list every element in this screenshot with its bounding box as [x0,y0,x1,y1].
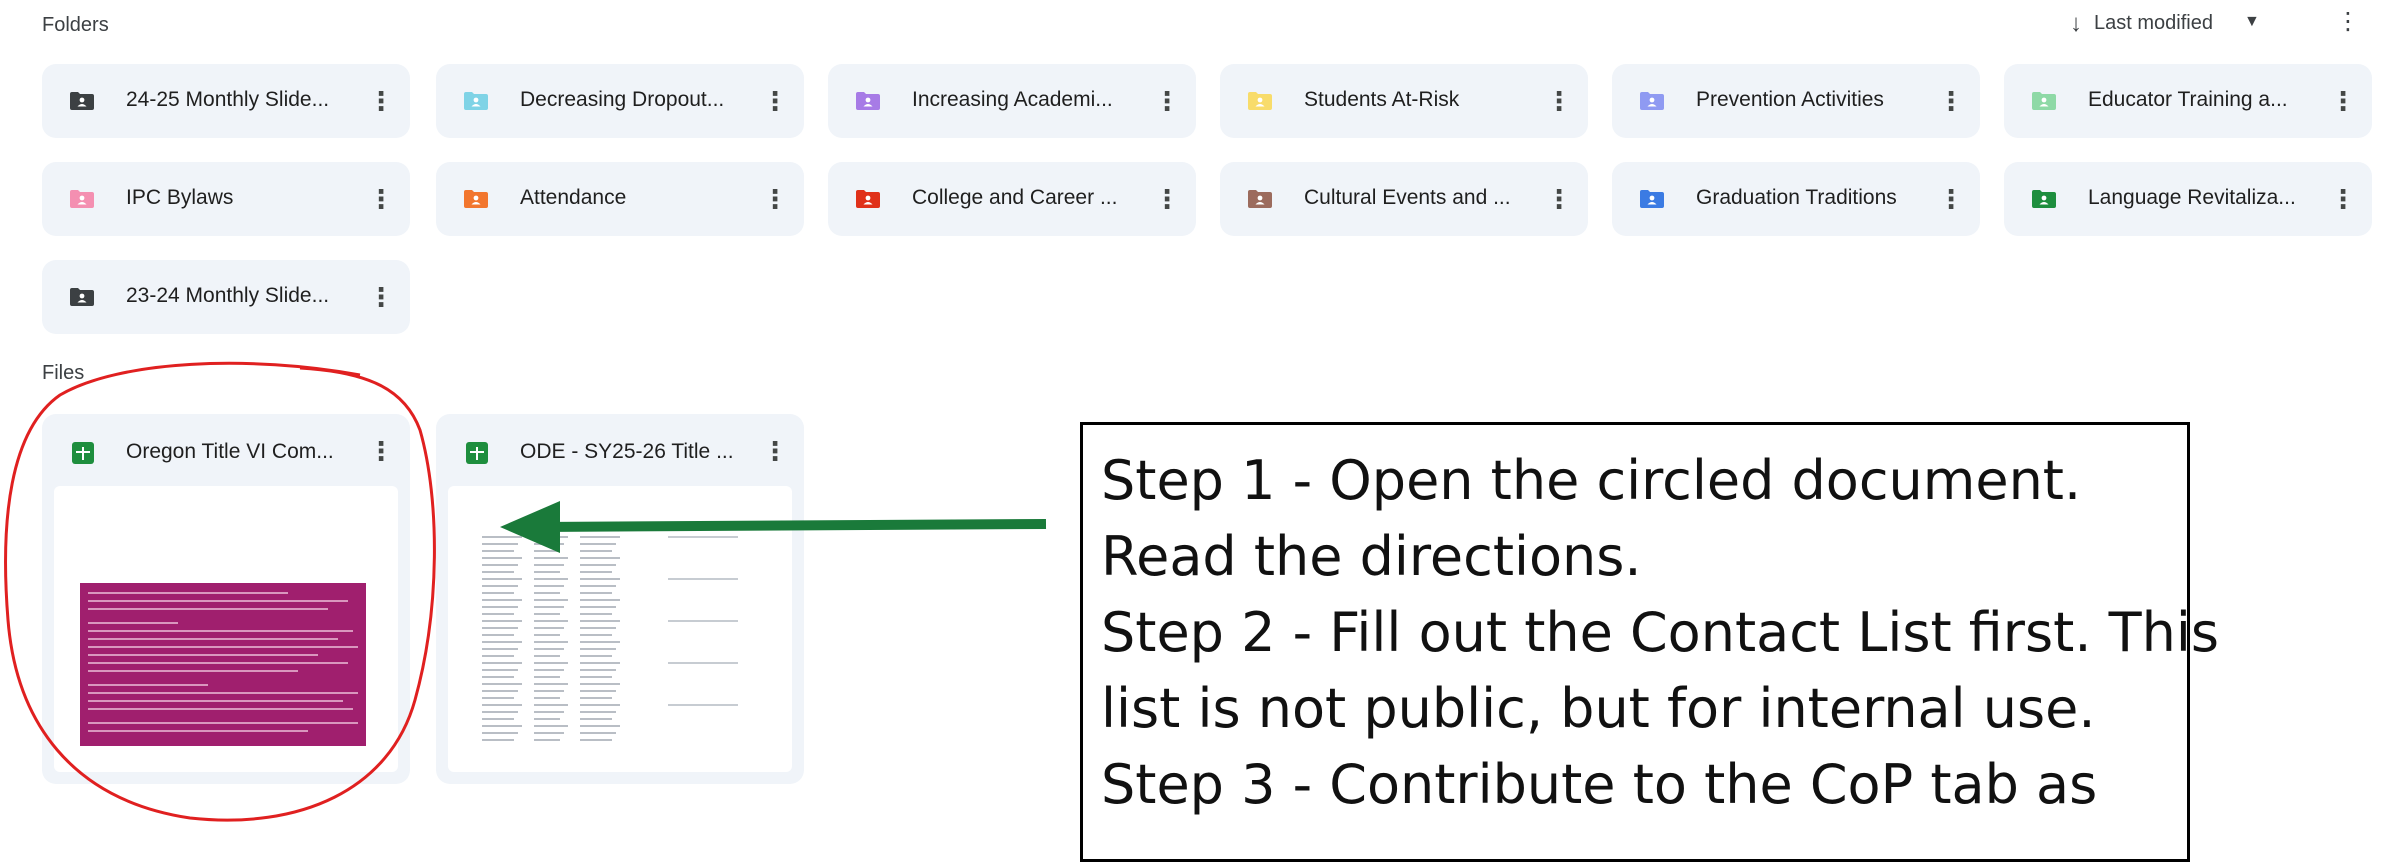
folder-name: Students At-Risk [1304,88,1460,111]
more-options-icon[interactable]: ⋮ [368,280,394,314]
folder-name: Attendance [520,186,627,209]
folder-name: College and Career ... [912,186,1118,209]
folder-name: Increasing Academi... [912,88,1113,111]
sort-direction-arrow-icon[interactable]: ↓ [2070,10,2082,38]
shared-folder-icon [464,92,488,110]
folder-chip[interactable]: IPC Bylaws ⋮ [42,162,410,236]
file-card-ode-title[interactable]: ODE - SY25-26 Title ... ⋮ [436,414,804,784]
files-heading: Files [42,362,85,384]
more-options-icon[interactable]: ⋮ [1938,84,1964,118]
callout-line: list is not public, but for internal use… [1101,677,2096,740]
folder-name: IPC Bylaws [126,186,234,209]
folder-name: Graduation Traditions [1696,186,1897,209]
folder-chip[interactable]: Graduation Traditions ⋮ [1612,162,1980,236]
shared-folder-icon [1248,190,1272,208]
more-options-icon[interactable]: ⋮ [2330,84,2356,118]
folder-chip[interactable]: Prevention Activities ⋮ [1612,64,1980,138]
folder-chip[interactable]: Cultural Events and ... ⋮ [1220,162,1588,236]
shared-folder-icon [1248,92,1272,110]
more-options-icon[interactable]: ⋮ [762,434,788,468]
callout-line: Step 3 - Contribute to the CoP tab as [1101,753,2098,816]
google-sheets-icon [72,442,94,464]
more-options-icon[interactable]: ⋮ [1546,84,1572,118]
sort-by-dropdown[interactable]: Last modified [2094,12,2213,35]
more-options-icon[interactable]: ⋮ [1938,182,1964,216]
folder-name: 24-25 Monthly Slide... [126,88,330,111]
file-thumbnail [448,486,792,772]
folder-chip[interactable]: Attendance ⋮ [436,162,804,236]
file-name: Oregon Title VI Com... [126,440,334,463]
folder-name: Language Revitaliza... [2088,186,2296,209]
callout-line: Read the directions. [1101,525,1642,588]
chevron-down-icon[interactable]: ▼ [2244,13,2260,31]
shared-folder-icon [1640,190,1664,208]
more-options-icon[interactable]: ⋮ [762,182,788,216]
more-options-icon[interactable]: ⋮ [1154,182,1180,216]
shared-folder-icon [464,190,488,208]
shared-folder-icon [1640,92,1664,110]
shared-folder-icon [2032,92,2056,110]
google-sheets-icon [466,442,488,464]
folder-chip[interactable]: Increasing Academi... ⋮ [828,64,1196,138]
shared-folder-icon [856,190,880,208]
folder-name: Educator Training a... [2088,88,2288,111]
folder-name: Prevention Activities [1696,88,1884,111]
folder-name: Cultural Events and ... [1304,186,1511,209]
instructions-callout: Step 1 - Open the circled document. Read… [1080,422,2219,862]
file-card-oregon-title-vi[interactable]: Oregon Title VI Com... ⋮ [42,414,410,784]
folder-name: Decreasing Dropout... [520,88,725,111]
folder-chip[interactable]: 23-24 Monthly Slide... ⋮ [42,260,410,334]
more-options-icon[interactable]: ⋮ [368,84,394,118]
folder-chip[interactable]: Language Revitaliza... ⋮ [2004,162,2372,236]
callout-line: Step 2 - Fill out the Contact List first… [1101,601,2219,664]
more-options-icon[interactable]: ⋮ [368,182,394,216]
more-options-icon[interactable]: ⋮ [368,434,394,468]
shared-folder-icon [70,92,94,110]
sort-bar: ↓ Last modified ▼ ⋮ [0,6,2385,42]
file-name: ODE - SY25-26 Title ... [520,440,734,463]
callout-line: Step 1 - Open the circled document. [1101,449,2082,512]
folder-chip[interactable]: College and Career ... ⋮ [828,162,1196,236]
more-options-icon[interactable]: ⋮ [1546,182,1572,216]
more-options-icon[interactable]: ⋮ [2336,10,2360,34]
more-options-icon[interactable]: ⋮ [1154,84,1180,118]
folder-chip[interactable]: Decreasing Dropout... ⋮ [436,64,804,138]
more-options-icon[interactable]: ⋮ [2330,182,2356,216]
folder-chip[interactable]: 24-25 Monthly Slide... ⋮ [42,64,410,138]
shared-folder-icon [856,92,880,110]
shared-folder-icon [70,190,94,208]
shared-folder-icon [70,288,94,306]
folder-name: 23-24 Monthly Slide... [126,284,330,307]
folder-chip[interactable]: Educator Training a... ⋮ [2004,64,2372,138]
file-thumbnail [54,486,398,772]
more-options-icon[interactable]: ⋮ [762,84,788,118]
folder-chip[interactable]: Students At-Risk ⋮ [1220,64,1588,138]
shared-folder-icon [2032,190,2056,208]
